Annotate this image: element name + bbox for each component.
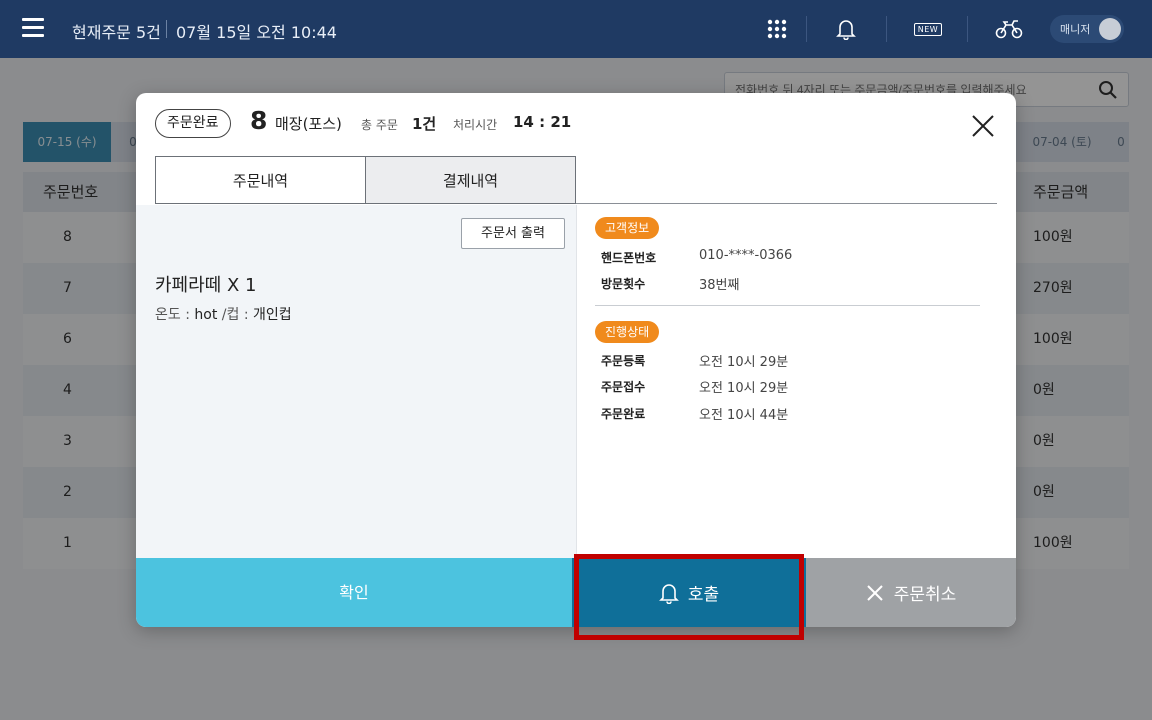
- print-order-button[interactable]: 주문서 출력: [461, 218, 565, 249]
- close-icon: [867, 584, 883, 601]
- order-accepted-value: 오전 10시 29분: [699, 381, 789, 396]
- order-status-badge: 주문완료: [155, 109, 231, 138]
- tab-payment-details[interactable]: 결제내역: [365, 156, 576, 204]
- visits-value: 38번째: [699, 278, 740, 293]
- menu-icon[interactable]: [22, 18, 44, 38]
- option-cup-label: /컵 :: [217, 307, 253, 323]
- phone-label: 핸드폰번호: [601, 251, 657, 265]
- order-number: 8: [250, 106, 268, 135]
- total-orders-label: 총 주문: [361, 118, 398, 132]
- order-type: 매장(포스): [275, 115, 342, 133]
- bell-icon[interactable]: [834, 16, 858, 42]
- progress-status-badge: 진행상태: [595, 321, 660, 343]
- top-bar: 현재주문 5건 07월 15일 오전 10:44 NEW 매니저: [0, 0, 1152, 58]
- customer-info-badge: 고객정보: [595, 217, 660, 239]
- new-icon[interactable]: NEW: [912, 16, 944, 42]
- processing-time-label: 처리시간: [453, 118, 498, 132]
- order-registered-label: 주문등록: [601, 354, 646, 368]
- option-temp-value: hot: [194, 307, 218, 323]
- item-name: 카페라떼 X 1: [155, 275, 257, 296]
- new-badge-label: NEW: [913, 22, 943, 36]
- toggle-knob: [1099, 18, 1121, 40]
- section-divider: [595, 305, 980, 306]
- cancel-order-button[interactable]: 주문취소: [806, 558, 1016, 627]
- order-accepted-label: 주문접수: [601, 380, 646, 394]
- total-orders-value: 1건: [412, 115, 437, 133]
- tab-order-details[interactable]: 주문내역: [155, 156, 366, 204]
- phone-value: 010-****-0366: [699, 248, 793, 263]
- cancel-button-label: 주문취소: [893, 585, 957, 605]
- option-cup-value: 개인컵: [253, 307, 292, 323]
- close-icon[interactable]: [968, 111, 998, 141]
- item-options: 온도 : hot /컵 : 개인컵: [155, 304, 292, 324]
- divider: [806, 16, 807, 42]
- manager-toggle[interactable]: 매니저: [1050, 15, 1124, 43]
- divider: [967, 16, 968, 42]
- confirm-button[interactable]: 확인: [136, 558, 572, 627]
- order-items-pane: 주문서 출력 카페라떼 X 1 온도 : hot /컵 : 개인컵: [136, 205, 576, 558]
- order-registered-value: 오전 10시 29분: [699, 355, 789, 370]
- modal-tabs: 주문내역 결제내역: [155, 156, 997, 204]
- manager-label: 매니저: [1060, 23, 1091, 36]
- order-detail-modal: 주문완료 8 매장(포스) 총 주문 1건 처리시간 14 : 21 주문내역 …: [136, 93, 1016, 627]
- order-completed-label: 주문완료: [601, 407, 646, 421]
- visits-label: 방문횟수: [601, 277, 646, 291]
- order-completed-value: 오전 10시 44분: [699, 408, 789, 423]
- highlight-box: [574, 554, 804, 640]
- processing-time-value: 14 : 21: [513, 113, 572, 131]
- divider: [886, 16, 887, 42]
- option-temp-label: 온도 :: [155, 307, 195, 323]
- current-orders-title: 현재주문 5건: [72, 23, 161, 42]
- title-divider: [166, 20, 167, 38]
- order-info-pane: 고객정보 핸드폰번호 010-****-0366 방문횟수 38번째 진행상태 …: [576, 205, 1016, 558]
- current-datetime: 07월 15일 오전 10:44: [176, 23, 337, 42]
- delivery-bike-icon[interactable]: [995, 16, 1023, 42]
- grid-icon[interactable]: [765, 16, 789, 42]
